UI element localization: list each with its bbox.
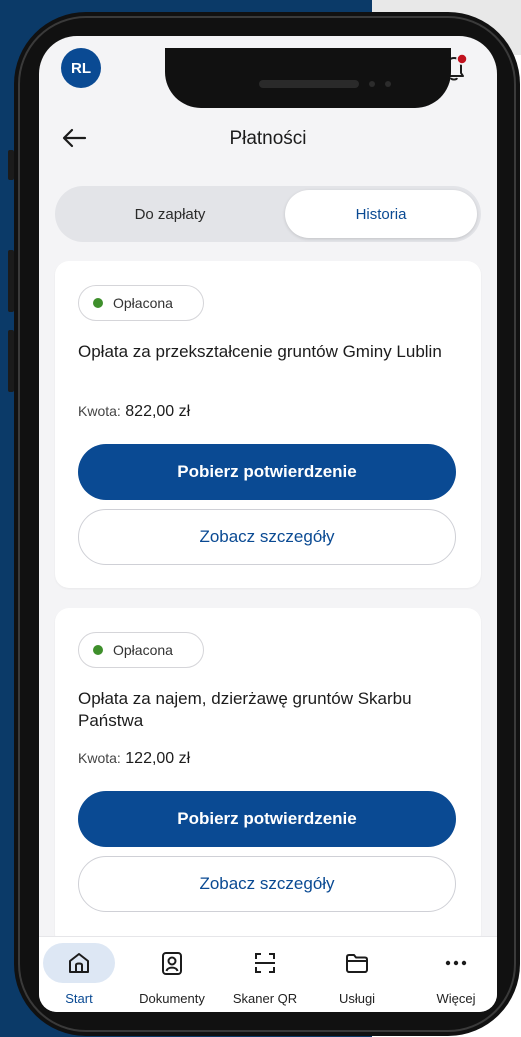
nav-item-start[interactable]: Start bbox=[39, 937, 125, 1012]
status-dot-icon bbox=[93, 645, 103, 655]
nav-label: Skaner QR bbox=[232, 991, 298, 1006]
nav-item-skaner-qr[interactable]: Skaner QR bbox=[219, 937, 311, 1012]
avatar[interactable]: RL bbox=[61, 48, 101, 88]
status-badge: Opłacona bbox=[78, 285, 204, 321]
segmented-tabs: Do zapłaty Historia bbox=[55, 186, 481, 242]
status-label: Opłacona bbox=[113, 642, 173, 658]
bottom-navigation: Start Dokumenty Skaner QR Usługi Więcej bbox=[39, 936, 497, 1012]
tab-historia[interactable]: Historia bbox=[285, 190, 477, 238]
download-confirmation-button[interactable]: Pobierz potwierdzenie bbox=[78, 444, 456, 500]
phone-notch bbox=[165, 48, 451, 108]
amount-label: Kwota: bbox=[78, 750, 121, 766]
nav-item-wiecej[interactable]: Więcej bbox=[410, 937, 497, 1012]
nav-label: Dokumenty bbox=[139, 991, 205, 1006]
qr-scanner-icon bbox=[229, 943, 301, 983]
payment-amount: Kwota: 822,00 zł bbox=[78, 403, 190, 421]
tab-do-zaplaty[interactable]: Do zapłaty bbox=[59, 190, 281, 238]
nav-label: Usługi bbox=[338, 991, 376, 1006]
payment-title: Opłata za najem, dzierżawę gruntów Skarb… bbox=[78, 689, 412, 730]
home-icon bbox=[43, 943, 115, 983]
nav-item-dokumenty[interactable]: Dokumenty bbox=[126, 937, 218, 1012]
more-icon bbox=[420, 943, 492, 983]
payment-card: Opłacona Opłata za najem, dzierżawę grun… bbox=[55, 608, 481, 948]
page-header: Płatności bbox=[39, 114, 497, 164]
download-confirmation-button[interactable]: Pobierz potwierdzenie bbox=[78, 791, 456, 847]
status-dot-icon bbox=[93, 298, 103, 308]
status-label: Opłacona bbox=[113, 295, 173, 311]
view-details-button[interactable]: Zobacz szczegóły bbox=[78, 509, 456, 565]
nav-item-uslugi[interactable]: Usługi bbox=[311, 937, 403, 1012]
volume-down-button bbox=[8, 330, 14, 392]
payment-card: Opłacona Opłata za przekształcenie grunt… bbox=[55, 261, 481, 588]
payment-amount: Kwota: 122,00 zł bbox=[78, 750, 190, 768]
nav-label: Więcej bbox=[436, 991, 476, 1006]
payment-title: Opłata za przekształcenie gruntów Gminy … bbox=[78, 342, 442, 361]
app-screen: RL Płatności Do zapłaty Historia Opłacon… bbox=[39, 36, 497, 1012]
id-card-icon bbox=[136, 943, 208, 983]
amount-label: Kwota: bbox=[78, 403, 121, 419]
folder-icon bbox=[321, 943, 393, 983]
volume-up-button bbox=[8, 250, 14, 312]
amount-value: 822,00 zł bbox=[125, 403, 191, 420]
nav-label: Start bbox=[65, 991, 93, 1006]
page-title: Płatności bbox=[229, 128, 307, 149]
amount-value: 122,00 zł bbox=[125, 750, 191, 767]
status-badge: Opłacona bbox=[78, 632, 204, 668]
mute-switch bbox=[8, 150, 14, 180]
view-details-button[interactable]: Zobacz szczegóły bbox=[78, 856, 456, 912]
